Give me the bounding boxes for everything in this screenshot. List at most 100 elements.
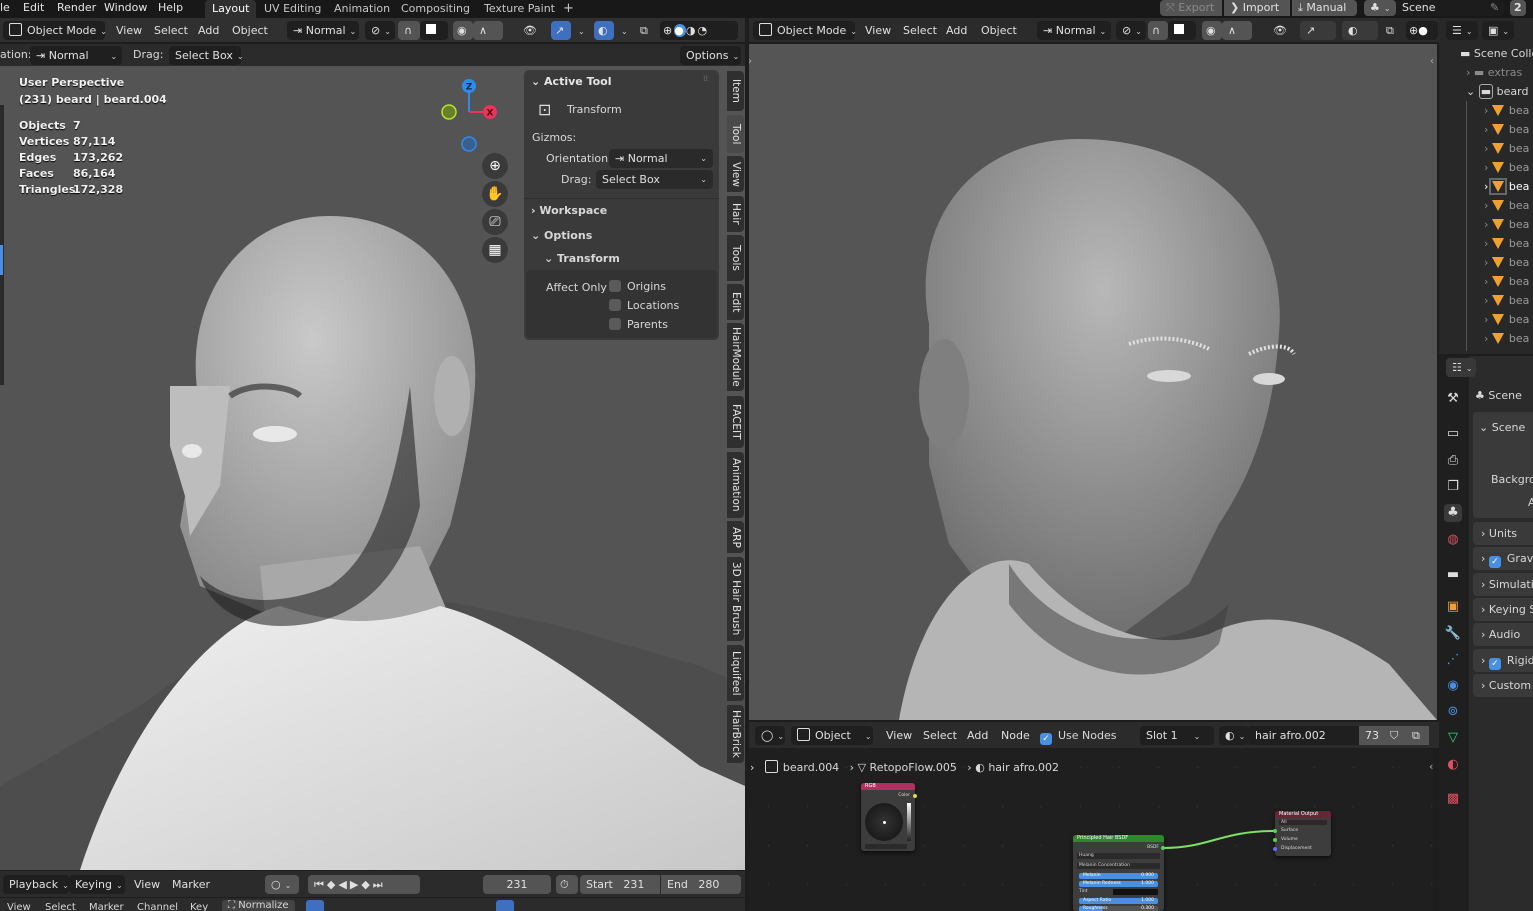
physics-icon[interactable]: ◉ <box>1444 677 1462 695</box>
volume-input-socket[interactable] <box>1273 838 1277 842</box>
right-menu-add[interactable]: Add <box>940 21 973 40</box>
shading-mode-buttons[interactable]: ⊕●◑◔ <box>660 21 738 40</box>
graph-menu-key[interactable]: Key <box>190 902 208 911</box>
panel-checkbox[interactable]: ✓ <box>1488 556 1501 569</box>
chevron-right-icon[interactable]: › <box>1484 313 1492 326</box>
outliner-item[interactable]: › bea <box>1440 120 1533 139</box>
locations-checkbox[interactable]: Locations <box>609 299 679 312</box>
snap-toggle[interactable]: ∩ <box>398 21 420 40</box>
principled-hair-bsdf-node[interactable]: Principled Hair BSDF BSDF Huang Melanin … <box>1073 835 1164 911</box>
target-dropdown[interactable]: All <box>1279 820 1327 825</box>
material-users-count[interactable]: 73 <box>1359 726 1385 745</box>
right-proportional-toggle[interactable]: ◉ <box>1202 21 1222 40</box>
menu-edit[interactable]: Edit <box>23 0 44 18</box>
menu-object[interactable]: Object <box>226 21 274 40</box>
roughness-slider[interactable]: Roughness 0.300 <box>1079 906 1158 911</box>
shader-type-dropdown[interactable]: Object ⌄ <box>791 726 873 745</box>
active-tool-header[interactable]: ⌄ Active Tool <box>531 75 612 88</box>
menu-file[interactable]: le <box>0 0 10 18</box>
chevron-right-icon[interactable]: › <box>1484 104 1492 117</box>
particles-icon[interactable]: ⋰ <box>1444 651 1462 669</box>
color-swatch[interactable] <box>865 844 907 849</box>
sidebar-expand-icon[interactable]: ‹ <box>1430 56 1434 67</box>
options-header[interactable]: ⌄ Options <box>531 229 592 242</box>
rendered-shading-icon[interactable]: ◔ <box>697 24 709 37</box>
modifier-icon[interactable]: 🔧 <box>1444 625 1462 643</box>
collection-icon[interactable]: ▬ <box>1444 566 1462 584</box>
tab-layout[interactable]: Layout <box>205 0 257 18</box>
chevron-right-icon[interactable]: › <box>1484 332 1492 345</box>
end-frame-field[interactable]: End 280 <box>661 875 741 894</box>
material-shading-icon[interactable]: ◑ <box>686 24 698 37</box>
chevron-right-icon[interactable]: › <box>1484 237 1492 250</box>
graph-menu-marker[interactable]: Marker <box>89 902 124 911</box>
material-browse-button[interactable]: ◐ ⌄ <box>1219 726 1249 745</box>
graph-menu-select[interactable]: Select <box>45 902 76 911</box>
proportional-edit-toggle[interactable]: ◉ <box>453 21 473 40</box>
rgb-node[interactable]: RGB Color <box>861 783 915 851</box>
pan-view-button[interactable]: ✋ <box>482 181 508 207</box>
menu-add[interactable]: Add <box>192 21 225 40</box>
jump-end-icon[interactable]: ⏭ <box>373 878 386 891</box>
data-icon[interactable]: ▽ <box>1444 729 1462 747</box>
falloff-dropdown[interactable]: ∧ <box>473 21 503 40</box>
scene-panel-header[interactable]: ⌄ Scene <box>1479 421 1525 434</box>
duplicate-material-button[interactable]: ⧉ <box>1407 726 1429 745</box>
properties-panel-simulati[interactable]: › Simulati <box>1473 572 1533 596</box>
outliner-item[interactable]: › bea <box>1440 215 1533 234</box>
drag-handle-icon[interactable]: ⁞⁞ <box>703 74 708 83</box>
sidebar-tab-tool[interactable]: Tool <box>727 115 744 153</box>
render-icon[interactable]: ▭ <box>1444 425 1462 443</box>
export-button[interactable]: ⤧ Export <box>1160 0 1222 16</box>
use-nodes-checkbox[interactable]: ✓ Use Nodes <box>1040 729 1117 745</box>
right-shading-buttons[interactable]: ⊕● <box>1406 21 1438 40</box>
xray-toggle[interactable]: ⧉ <box>636 21 656 40</box>
melanin-redness-slider[interactable]: Melanin Redness 1.000 <box>1079 881 1158 887</box>
outliner-item[interactable]: › bea <box>1440 272 1533 291</box>
solid-shading-icon[interactable]: ● <box>1418 24 1428 37</box>
chevron-right-icon[interactable]: › <box>1484 161 1492 174</box>
play-reverse-icon[interactable]: ◀ <box>338 878 349 891</box>
node-menu-node[interactable]: Node <box>995 726 1036 745</box>
overlays-toggle[interactable]: ◐ <box>594 21 614 40</box>
chevron-right-icon[interactable]: › <box>1484 294 1492 307</box>
outliner-item[interactable]: › bea <box>1440 329 1533 348</box>
only-selected-toggle[interactable] <box>496 900 514 911</box>
tab-animation[interactable]: Animation <box>327 0 397 18</box>
scene-name-field[interactable]: Scene <box>1396 0 1504 16</box>
right-gizmo-toggle[interactable]: ↗ <box>1300 21 1336 40</box>
editor-type-dropdown[interactable]: ◯ ⌄ <box>755 726 785 745</box>
use-preview-range-toggle[interactable]: ⏱ <box>556 875 578 894</box>
bsdf-output-socket[interactable] <box>1161 846 1165 850</box>
material-output-node[interactable]: Material Output All Surface Volume Displ… <box>1275 811 1331 856</box>
menu-window[interactable]: Window <box>104 0 147 18</box>
node-menu-select[interactable]: Select <box>917 726 963 745</box>
outliner-item[interactable]: › bea <box>1440 291 1533 310</box>
sidebar-tab-animation[interactable]: Animation <box>727 452 744 518</box>
scene-selector-button[interactable]: ♣ ⌄ <box>1364 0 1396 16</box>
scene-icon[interactable]: ♣ <box>1444 504 1462 522</box>
outliner-item[interactable]: › bea <box>1440 101 1533 120</box>
sidebar-tab-arp[interactable]: ARP <box>727 521 744 553</box>
right-menu-object[interactable]: Object <box>975 21 1023 40</box>
outliner-item[interactable]: › bea <box>1440 310 1533 329</box>
outliner-collection-extras[interactable]: › ▬ extras <box>1440 63 1533 82</box>
object-icon[interactable]: ▣ <box>1444 598 1462 616</box>
outliner-item[interactable]: › bea <box>1440 234 1533 253</box>
node-menu-add[interactable]: Add <box>961 726 994 745</box>
properties-panel-custom[interactable]: › Custom <box>1473 673 1533 697</box>
origins-checkbox[interactable]: Origins <box>609 280 666 293</box>
model-dropdown[interactable]: Huang <box>1077 853 1160 859</box>
pivot-point-dropdown[interactable]: ⊘ ⌄ <box>365 21 395 40</box>
start-frame-field[interactable]: Start 231 <box>580 875 660 894</box>
options-dropdown[interactable]: Options ⌄ <box>680 46 741 65</box>
outliner-filter[interactable]: ▣ ⌄ <box>1482 21 1514 40</box>
timeline-menu-marker[interactable]: Marker <box>166 875 216 894</box>
constraints-icon[interactable]: ⊚ <box>1444 703 1462 721</box>
displacement-input-socket[interactable] <box>1273 847 1277 851</box>
tab-texture-paint[interactable]: Texture Paint <box>477 0 562 18</box>
jump-start-icon[interactable]: ⏮ <box>314 878 327 891</box>
play-icon[interactable]: ▶ <box>350 878 361 891</box>
sidebar-tab-liquifeel[interactable]: Liquifeel <box>727 645 744 701</box>
sidebar-tab-edit[interactable]: Edit <box>727 284 744 320</box>
